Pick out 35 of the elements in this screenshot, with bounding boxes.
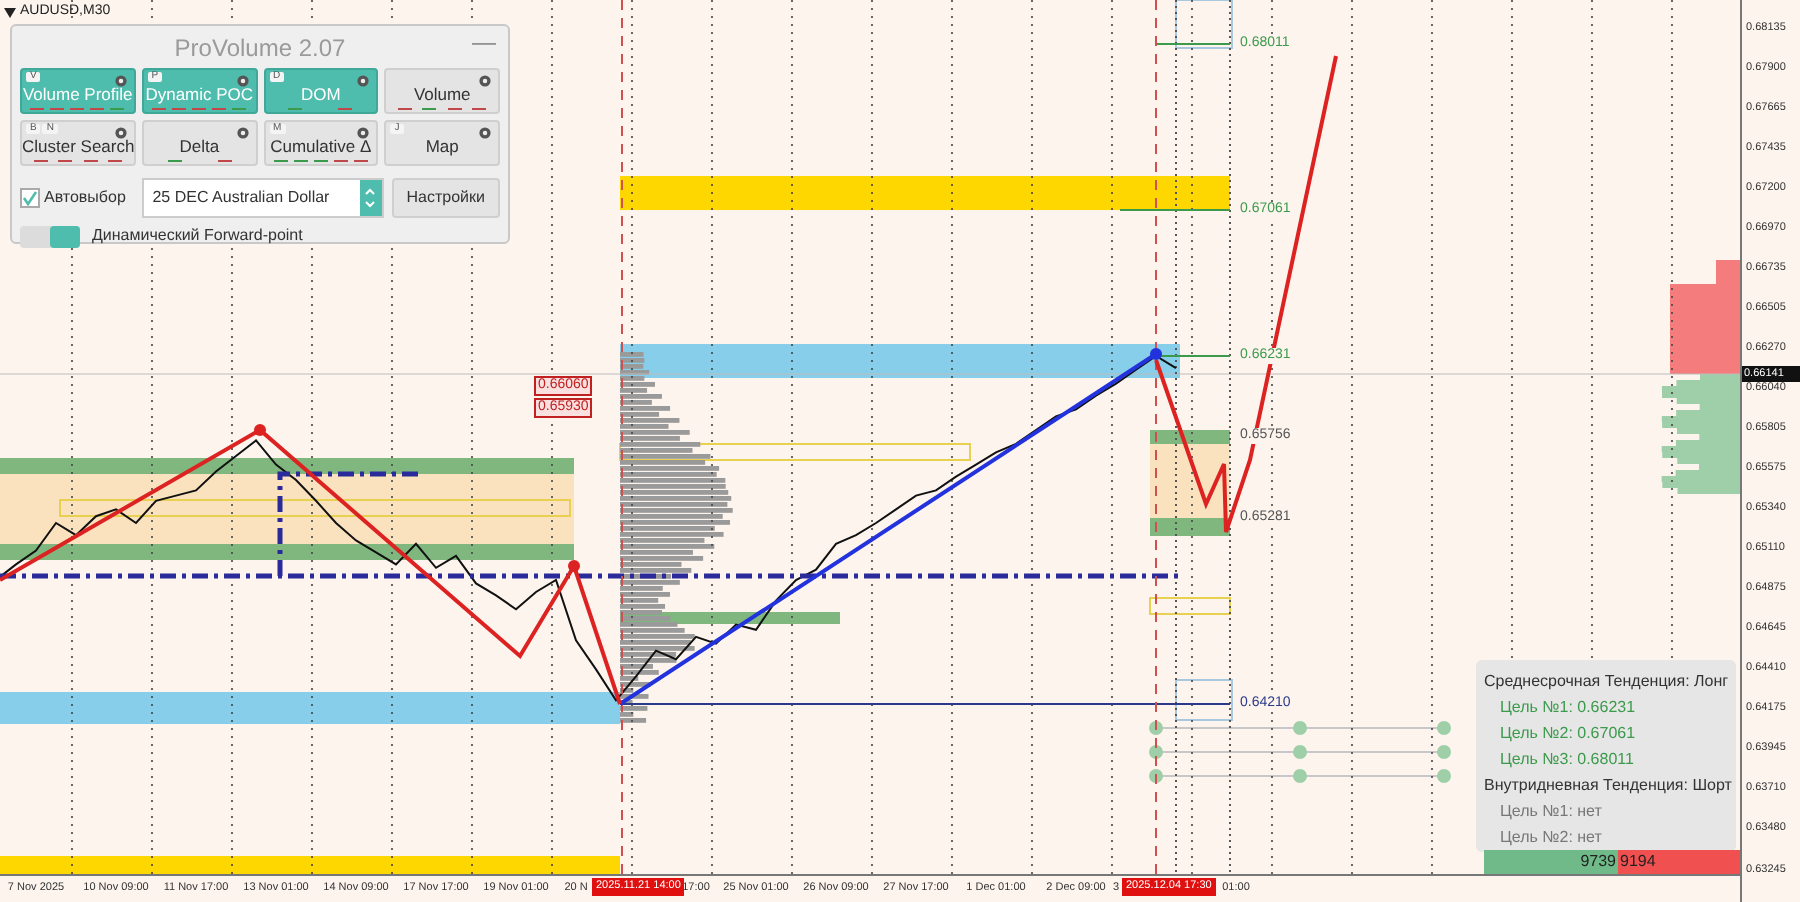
gear-icon[interactable] — [478, 126, 492, 140]
gear-icon[interactable] — [235, 126, 249, 140]
zone-outline — [1175, 679, 1233, 721]
trend-text: Цель №2: 0.67061 — [1500, 722, 1636, 746]
target-line — [1155, 355, 1231, 357]
panel-title: ProVolume 2.07 — [174, 31, 346, 65]
checkbox[interactable] — [20, 188, 40, 208]
target-line — [1155, 43, 1231, 45]
gear-icon[interactable] — [113, 74, 128, 88]
trend-text: Цель №2: нет — [1500, 826, 1602, 850]
settings-button[interactable]: Настройки — [391, 178, 500, 218]
zone-outline — [1149, 597, 1231, 615]
gear-icon[interactable] — [356, 74, 371, 88]
pivot-point — [1150, 348, 1162, 360]
trend-text: Цель №1: нет — [1500, 800, 1602, 824]
gear-icon[interactable] — [113, 126, 128, 140]
toggle-label: Динамический Forward-point — [92, 224, 303, 248]
target-line — [1119, 209, 1231, 211]
instrument-select[interactable]: 25 DEC Australian Dollar — [142, 178, 384, 218]
gear-icon[interactable] — [478, 74, 492, 88]
trend-text: Цель №3: 0.68011 — [1500, 748, 1634, 772]
gear-icon[interactable] — [356, 126, 371, 140]
zone-outline — [1175, 0, 1233, 49]
target-zone-drawing — [1150, 430, 1230, 536]
sell-volume-bar: 9194 — [1618, 850, 1740, 874]
indicator-toggle[interactable]: Volume — [384, 68, 500, 114]
toggle-switch[interactable] — [20, 225, 80, 247]
checkbox-label: Автовыбор — [44, 186, 126, 210]
trend-text: Среднесрочная Тенденция: Лонг — [1484, 670, 1729, 694]
trend-text: Цель №1: 0.66231 — [1500, 696, 1636, 720]
trend-text: Внутридневная Тенденция: Шорт — [1484, 774, 1732, 798]
gear-icon[interactable] — [235, 74, 249, 88]
dropdown-triangle-icon[interactable] — [4, 7, 16, 18]
buy-volume-bar: 9739 — [1484, 850, 1618, 874]
indicator-toggle[interactable]: Delta — [141, 120, 257, 166]
